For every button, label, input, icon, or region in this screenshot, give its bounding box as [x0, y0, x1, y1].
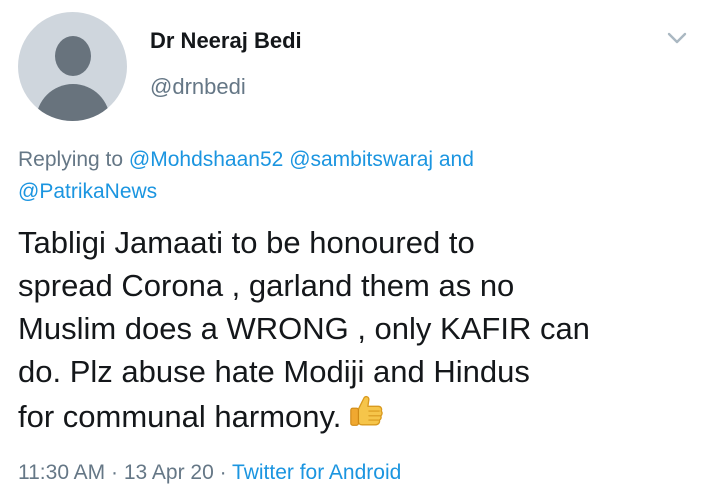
- chevron-down-icon[interactable]: [666, 30, 688, 46]
- tweet-time[interactable]: 11:30 AM: [18, 461, 105, 484]
- meta-separator: ·: [105, 461, 124, 484]
- meta-separator: ·: [213, 461, 233, 484]
- tweet-card: Dr Neeraj Bedi @drnbedi Replying to @Moh…: [0, 0, 720, 498]
- tweet-text-line-last: for communal harmony.: [18, 393, 708, 438]
- mention-link[interactable]: @sambitswaraj: [289, 148, 433, 171]
- tweet-date[interactable]: 13 Apr 20: [124, 461, 214, 484]
- tweet-text-line: for communal harmony.: [18, 399, 342, 434]
- reply-prefix: Replying to: [18, 148, 129, 171]
- tweet-text-line: Tabligi Jamaati to be honoured to: [18, 225, 475, 260]
- author-display-name[interactable]: Dr Neeraj Bedi: [150, 28, 302, 54]
- tweet-text-line: spread Corona , garland them as no: [18, 268, 515, 303]
- tweet-text-line: do. Plz abuse hate Modiji and Hindus: [18, 354, 530, 389]
- avatar-placeholder-head: [55, 36, 91, 76]
- reply-context: Replying to @Mohdshaan52 @sambitswaraj a…: [18, 144, 618, 208]
- avatar-placeholder-body: [36, 84, 110, 121]
- mention-link[interactable]: @PatrikaNews: [18, 180, 157, 203]
- reply-joiner: and: [433, 148, 474, 171]
- author-handle[interactable]: @drnbedi: [150, 74, 246, 100]
- thumbs-up-icon: [350, 395, 384, 426]
- tweet-text: Tabligi Jamaati to be honoured to spread…: [18, 221, 708, 438]
- tweet-source-link[interactable]: Twitter for Android: [232, 461, 401, 484]
- avatar[interactable]: [18, 12, 127, 121]
- tweet-text-line: Muslim does a WRONG , only KAFIR can: [18, 311, 590, 346]
- mention-link[interactable]: @Mohdshaan52: [129, 148, 283, 171]
- tweet-meta: 11:30 AM · 13 Apr 20 · Twitter for Andro…: [18, 461, 401, 485]
